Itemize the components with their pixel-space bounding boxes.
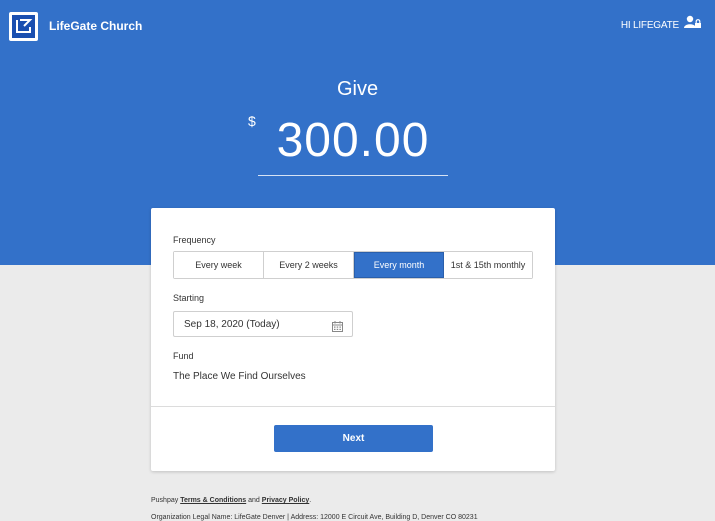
start-date-value: Sep 18, 2020 (Today) bbox=[184, 319, 280, 330]
footer-and: and bbox=[248, 497, 260, 504]
next-button[interactable]: Next bbox=[274, 425, 433, 452]
give-form-card: Frequency Every week Every 2 weeks Every… bbox=[151, 208, 555, 471]
frequency-label: Frequency bbox=[173, 235, 216, 245]
fund-value[interactable]: The Place We Find Ourselves bbox=[173, 371, 306, 382]
user-greeting[interactable]: HI LIFEGATE bbox=[621, 20, 679, 31]
church-name: LifeGate Church bbox=[49, 19, 143, 33]
terms-link[interactable]: Terms & Conditions bbox=[180, 497, 246, 504]
fund-label: Fund bbox=[173, 351, 194, 361]
calendar-icon[interactable] bbox=[332, 319, 343, 337]
frequency-option-1st-15th-monthly[interactable]: 1st & 15th monthly bbox=[444, 252, 532, 278]
card-divider bbox=[151, 406, 555, 407]
frequency-option-every-month[interactable]: Every month bbox=[354, 252, 444, 278]
starting-label: Starting bbox=[173, 293, 205, 303]
privacy-link[interactable]: Privacy Policy bbox=[262, 497, 309, 504]
currency-symbol: $ bbox=[248, 113, 256, 129]
user-lock-icon[interactable] bbox=[684, 15, 702, 34]
frequency-option-every-2-weeks[interactable]: Every 2 weeks bbox=[264, 252, 354, 278]
footer-terms: Pushpay Terms & Conditions and Privacy P… bbox=[151, 497, 311, 504]
start-date-field[interactable]: Sep 18, 2020 (Today) bbox=[173, 311, 353, 337]
footer-prefix: Pushpay bbox=[151, 497, 179, 504]
give-title: Give bbox=[336, 78, 379, 100]
footer-legal: Organization Legal Name: LifeGate Denver… bbox=[151, 514, 478, 521]
footer-suffix: . bbox=[309, 497, 312, 504]
amount-value[interactable]: 300.00 bbox=[258, 113, 448, 169]
frequency-selector: Every week Every 2 weeks Every month 1st… bbox=[173, 251, 533, 279]
frequency-option-every-week[interactable]: Every week bbox=[174, 252, 264, 278]
lifegate-logo-icon[interactable] bbox=[9, 12, 38, 41]
